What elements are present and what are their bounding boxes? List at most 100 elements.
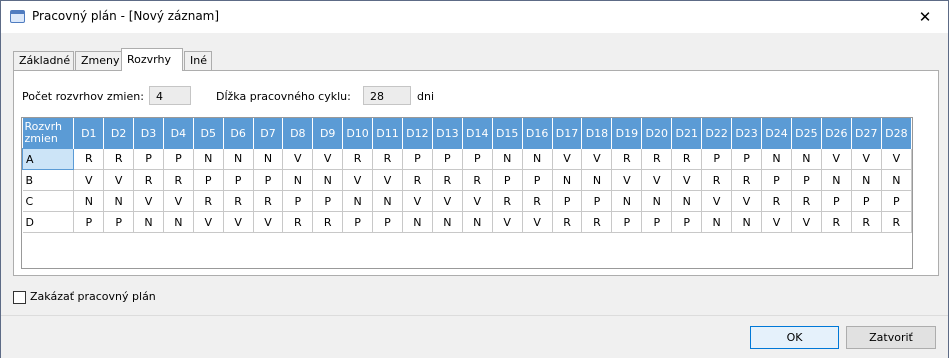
schedule-cell[interactable]: N [342, 190, 374, 212]
schedule-cell[interactable]: N [282, 169, 314, 191]
schedule-cell[interactable]: V [761, 211, 792, 233]
cycle-field[interactable]: 28 [363, 86, 411, 105]
schedule-cell[interactable]: P [641, 211, 673, 233]
schedule-cell[interactable]: P [372, 211, 403, 233]
schedule-cell[interactable]: N [193, 148, 224, 170]
schedule-cell[interactable]: V [492, 211, 523, 233]
schedule-cell[interactable]: P [611, 211, 643, 233]
schedule-cell[interactable]: V [193, 211, 224, 233]
schedule-cell[interactable]: P [402, 148, 433, 170]
schedule-cell[interactable]: P [432, 148, 463, 170]
row-header[interactable]: D [22, 211, 75, 233]
schedule-cell[interactable]: V [312, 148, 344, 170]
schedule-cell[interactable]: R [581, 211, 613, 233]
schedule-cell[interactable]: R [611, 148, 643, 170]
schedule-cell[interactable]: N [522, 148, 553, 170]
schedule-cell[interactable]: N [671, 190, 703, 212]
close-button[interactable]: Zatvoriť [846, 326, 936, 349]
tab-ine[interactable]: Iné [184, 51, 212, 70]
schedule-cell[interactable]: N [73, 190, 105, 212]
schedule-cell[interactable]: V [432, 190, 463, 212]
schedule-cell[interactable]: P [522, 169, 553, 191]
schedule-cell[interactable]: V [282, 148, 314, 170]
schedule-cell[interactable]: V [821, 148, 852, 170]
schedule-cell[interactable]: R [312, 211, 344, 233]
schedule-cell[interactable]: R [282, 211, 314, 233]
schedule-cell[interactable]: R [701, 169, 733, 191]
schedule-cell[interactable]: R [73, 148, 105, 170]
schedule-cell[interactable]: N [821, 169, 852, 191]
schedule-cell[interactable]: N [701, 211, 733, 233]
schedule-cell[interactable]: V [342, 169, 374, 191]
schedule-cell[interactable]: R [163, 169, 194, 191]
schedule-cell[interactable]: V [253, 211, 284, 233]
schedule-cell[interactable]: P [163, 148, 194, 170]
schedule-cell[interactable]: R [522, 190, 553, 212]
schedule-cell[interactable]: N [372, 190, 403, 212]
schedule-cell[interactable]: V [163, 190, 194, 212]
schedule-cell[interactable]: N [611, 190, 643, 212]
schedule-cell[interactable]: P [312, 190, 344, 212]
schedule-cell[interactable]: R [761, 190, 792, 212]
schedule-cell[interactable]: R [193, 190, 224, 212]
schedule-cell[interactable]: V [223, 211, 254, 233]
schedule-cell[interactable]: N [641, 190, 673, 212]
row-header[interactable]: A [22, 148, 75, 170]
schedule-cell[interactable]: P [552, 190, 583, 212]
tab-zmeny[interactable]: Zmeny [75, 51, 125, 70]
schedule-cell[interactable]: V [133, 190, 164, 212]
schedule-cell[interactable]: P [342, 211, 374, 233]
schedule-cell[interactable]: P [103, 211, 135, 233]
schedule-cell[interactable]: R [671, 148, 703, 170]
schedule-cell[interactable]: V [552, 148, 583, 170]
schedule-cell[interactable]: R [492, 190, 523, 212]
ok-button[interactable]: OK [750, 326, 839, 349]
schedule-cell[interactable]: V [73, 169, 105, 191]
row-header[interactable]: B [22, 169, 75, 191]
schedule-cell[interactable]: V [581, 148, 613, 170]
schedule-cell[interactable]: V [791, 211, 822, 233]
schedule-cell[interactable]: P [821, 190, 852, 212]
schedule-cell[interactable]: N [552, 169, 583, 191]
schedule-cell[interactable]: P [581, 190, 613, 212]
schedule-cell[interactable]: N [731, 211, 763, 233]
schedule-cell[interactable]: P [671, 211, 703, 233]
schedule-cell[interactable]: P [223, 169, 254, 191]
schedule-cell[interactable]: P [881, 190, 912, 212]
schedule-cell[interactable]: V [611, 169, 643, 191]
schedule-cell[interactable]: P [761, 169, 792, 191]
schedule-cell[interactable]: V [701, 190, 733, 212]
schedule-cell[interactable]: N [312, 169, 344, 191]
schedule-cell[interactable]: P [193, 169, 224, 191]
schedule-cell[interactable]: N [163, 211, 194, 233]
schedule-cell[interactable]: V [522, 211, 553, 233]
schedule-cell[interactable]: R [133, 169, 164, 191]
schedule-cell[interactable]: R [103, 148, 135, 170]
schedule-cell[interactable]: P [851, 190, 882, 212]
tab-zakladne[interactable]: Základné [13, 51, 74, 70]
schedule-cell[interactable]: N [581, 169, 613, 191]
schedule-cell[interactable]: R [342, 148, 374, 170]
schedule-cell[interactable]: R [731, 169, 763, 191]
count-field[interactable]: 4 [149, 86, 191, 105]
schedule-cell[interactable]: P [492, 169, 523, 191]
schedule-cell[interactable]: P [253, 169, 284, 191]
schedule-cell[interactable]: N [253, 148, 284, 170]
schedule-cell[interactable]: V [731, 190, 763, 212]
schedule-cell[interactable]: R [253, 190, 284, 212]
row-header[interactable]: C [22, 190, 75, 212]
schedule-cell[interactable]: V [851, 148, 882, 170]
schedule-cell[interactable]: P [701, 148, 733, 170]
schedule-cell[interactable]: N [492, 148, 523, 170]
schedule-cell[interactable]: N [791, 148, 822, 170]
schedule-cell[interactable]: R [552, 211, 583, 233]
schedule-cell[interactable]: V [881, 148, 912, 170]
schedule-cell[interactable]: N [103, 190, 135, 212]
schedule-cell[interactable]: R [791, 190, 822, 212]
schedule-cell[interactable]: P [133, 148, 164, 170]
schedule-cell[interactable]: R [821, 211, 852, 233]
schedule-cell[interactable]: N [402, 211, 433, 233]
schedule-cell[interactable]: N [851, 169, 882, 191]
schedule-cell[interactable]: V [462, 190, 493, 212]
tab-rozvrhy[interactable]: Rozvrhy [121, 48, 183, 71]
